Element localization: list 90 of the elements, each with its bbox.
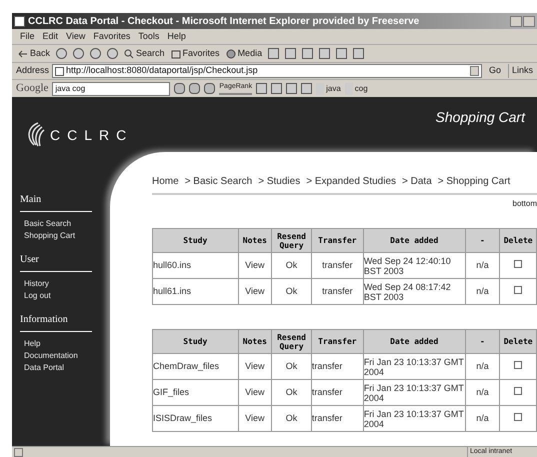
toolbar-button[interactable]: Favorites (170, 46, 220, 60)
sidebar-link[interactable]: Documentation (20, 350, 110, 362)
column-header: Transfer (311, 228, 364, 252)
toolbar-button[interactable]: Search (124, 46, 165, 60)
delete-checkbox[interactable] (514, 360, 522, 369)
table-cell: ISISDraw_files (152, 406, 238, 432)
column-header: Delete (500, 330, 536, 354)
sidebar-heading: Main (20, 192, 92, 212)
sidebar-link[interactable]: Basic Search (20, 218, 110, 230)
sidebar-link[interactable]: History (20, 278, 110, 290)
sidebar-link[interactable]: Help (20, 338, 110, 350)
view-link[interactable]: View (238, 354, 272, 380)
google-search-field[interactable]: java cog (52, 82, 170, 96)
sidebar-heading: User (20, 252, 92, 272)
search-icon (124, 48, 134, 58)
table-cell: ChemDraw_files (152, 354, 238, 380)
table-cell: n/a (465, 278, 500, 304)
links-label[interactable]: Links (508, 64, 533, 78)
table-cell: hull61.ins (152, 278, 238, 304)
back-icon (18, 48, 28, 58)
table-cell: hull60.ins (152, 252, 238, 278)
view-link[interactable]: View (238, 252, 272, 278)
ok-link[interactable]: Ok (272, 252, 312, 278)
address-field[interactable]: http://localhost:8080/dataportal/jsp/Checkout.jsp (52, 64, 482, 78)
table-cell: n/a (465, 252, 500, 278)
toolbar-button[interactable]: Media (226, 46, 262, 60)
sidebar-link[interactable]: Shopping Cart (20, 230, 110, 242)
window-title: CCLRC Data Portal - Checkout - Microsoft Internet Explorer provided by Freeserve (28, 14, 420, 28)
logo-text: CCLRC (50, 126, 134, 144)
delete-checkbox[interactable] (514, 386, 522, 395)
ok-link[interactable]: Ok (272, 406, 312, 432)
menu-item[interactable]: Help (167, 30, 186, 44)
menu-item[interactable]: File (20, 30, 35, 44)
column-header: Notes (238, 330, 272, 354)
minimize-button[interactable] (510, 16, 522, 26)
breadcrumb-link[interactable]: > Shopping Cart (438, 174, 510, 189)
breadcrumb-link[interactable]: > Expanded Studies (306, 174, 396, 189)
ok-link[interactable]: Ok (272, 380, 312, 406)
table-cell: n/a (465, 380, 500, 406)
column-header: Date added (363, 228, 466, 252)
column-header: - (465, 330, 500, 354)
bottom-link[interactable]: bottom (512, 198, 537, 210)
breadcrumb-link[interactable]: > Data (402, 174, 432, 189)
media-icon (226, 48, 236, 58)
sidebar-link[interactable]: Log out (20, 290, 110, 302)
breadcrumb-link[interactable]: Home (152, 174, 179, 189)
delete-checkbox[interactable] (514, 286, 522, 294)
column-header: Notes (238, 228, 272, 252)
table-cell: Fri Jan 23 10:13:37 GMT 2004 (363, 380, 466, 406)
google-logo[interactable]: Google (16, 80, 48, 97)
table-cell: Fri Jan 23 10:13:37 GMT 2004 (363, 406, 466, 432)
table-cell: n/a (465, 406, 500, 432)
column-header: Resend Query (272, 330, 312, 354)
menu-item[interactable]: Favorites (93, 30, 130, 44)
transfer-link[interactable]: transfer (311, 252, 364, 278)
breadcrumb-link[interactable]: > Studies (258, 174, 300, 189)
view-link[interactable]: View (238, 380, 272, 406)
table-cell: Wed Sep 24 12:40:10 BST 2003 (363, 252, 466, 278)
ok-link[interactable]: Ok (272, 354, 312, 380)
address-label: Address (16, 64, 50, 78)
table-cell: Wed Sep 24 08:17:42 BST 2003 (363, 278, 466, 304)
column-header: Study (152, 330, 238, 354)
ok-link[interactable]: Ok (272, 278, 312, 304)
sidebar-link[interactable]: Data Portal (20, 362, 110, 374)
breadcrumb-link[interactable]: > Basic Search (184, 174, 252, 189)
column-header: Date added (363, 330, 466, 354)
delete-checkbox[interactable] (514, 412, 522, 421)
sidebar-heading: Information (20, 312, 92, 332)
column-header: Study (152, 228, 238, 252)
transfer-link[interactable]: transfer (311, 380, 364, 406)
column-header: - (465, 228, 500, 252)
column-header: Delete (500, 228, 536, 252)
table-cell: n/a (465, 354, 500, 380)
menu-item[interactable]: Tools (138, 30, 160, 44)
delete-checkbox[interactable] (514, 260, 522, 268)
table-cell: GIF_files (152, 380, 238, 406)
toolbar-button[interactable]: Back (18, 46, 50, 60)
column-header: Resend Query (272, 228, 312, 252)
transfer-link[interactable]: transfer (311, 354, 364, 380)
transfer-link[interactable]: transfer (311, 406, 364, 432)
maximize-button[interactable] (523, 16, 535, 26)
table-cell: Fri Jan 23 10:13:37 GMT 2004 (363, 354, 466, 380)
menu-item[interactable]: Edit (42, 30, 58, 44)
menu-item[interactable]: View (66, 30, 86, 44)
view-link[interactable]: View (238, 278, 272, 304)
go-button[interactable]: Go (484, 64, 505, 78)
view-link[interactable]: View (238, 406, 272, 432)
page-title: Shopping Cart (435, 108, 525, 127)
column-header: Transfer (311, 330, 364, 354)
transfer-link[interactable]: transfer (311, 278, 364, 304)
